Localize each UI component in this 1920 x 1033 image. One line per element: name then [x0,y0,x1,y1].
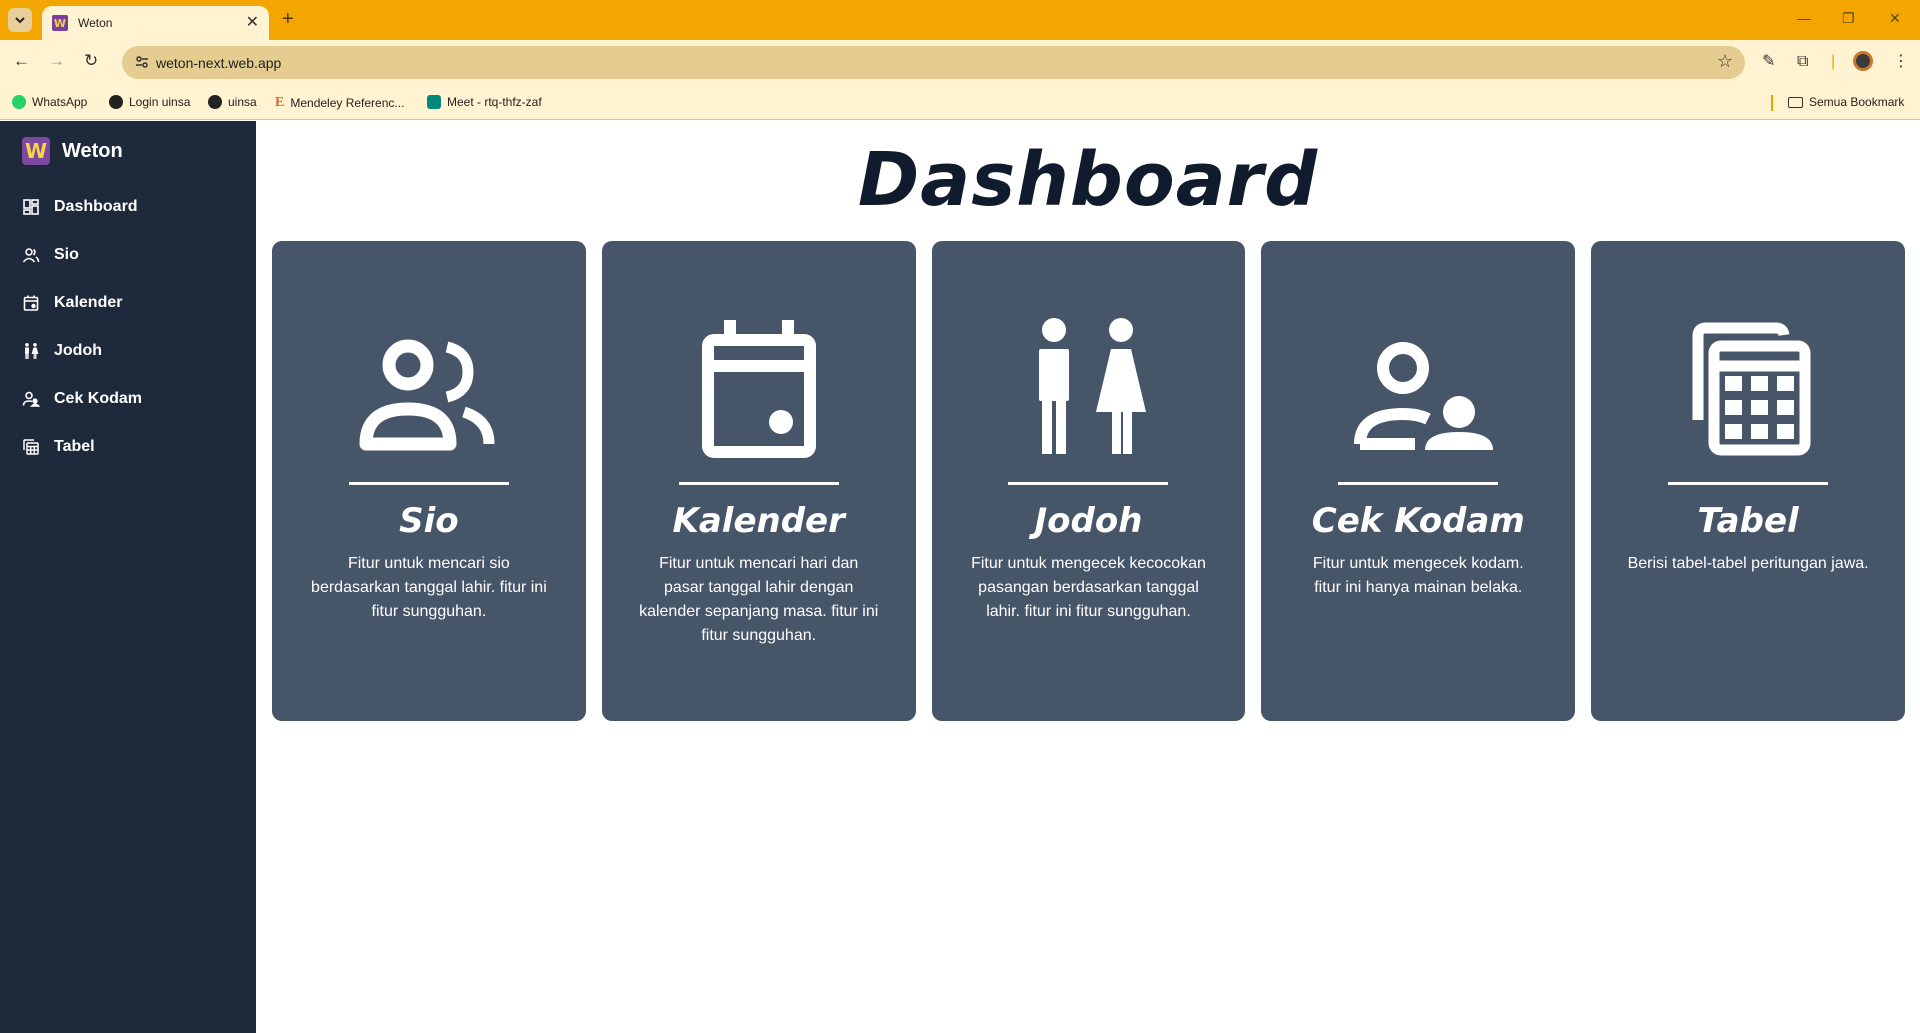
bookmarks-divider [1771,95,1773,111]
brand[interactable]: W Weton [22,137,123,165]
table-icon [23,439,39,455]
close-tab-icon[interactable]: ✕ [246,15,259,31]
card-description: Fitur untuk mencari hari dan pasar tangg… [639,555,879,644]
card-title: Sio [399,501,459,541]
page-title: Dashboard [857,137,1319,223]
sidebar-item-dashboard[interactable]: Dashboard [0,183,256,231]
weton-logo-icon: W [22,137,50,165]
sidebar-item-label: Jodoh [54,342,102,359]
close-window-icon[interactable]: ✕ [1889,8,1901,28]
bookmark-whatsapp[interactable]: WhatsApp [12,95,87,109]
tab-title: Weton [78,16,113,30]
reload-icon[interactable]: ↻ [84,51,98,71]
browser-tab-weton[interactable]: W Weton ✕ [42,6,269,40]
new-tab-button[interactable]: + [282,8,294,30]
sidebar-item-sio[interactable]: Sio [0,231,256,279]
card-divider [678,482,839,485]
card-description: Berisi tabel-tabel peritungan jawa. [1627,555,1869,572]
users-icon [22,248,40,263]
bookmark-meet[interactable]: Meet - rtq-thfz-zaf [427,95,542,109]
sidebar-item-tabel[interactable]: Tabel [0,423,256,471]
card-title: Jodoh [1034,501,1143,541]
bookmark-login-uinsa[interactable]: Login uinsa [109,95,190,109]
card-title: Tabel [1697,501,1799,541]
meet-icon [427,95,441,109]
sidebar-item-jodoh[interactable]: Jodoh [0,327,256,375]
user-check-icon [1354,342,1494,450]
card-title: Kalender [672,501,845,541]
users-icon [359,339,495,451]
card-sio[interactable]: Sio Fitur untuk mencari sio berdasarkan … [272,241,586,721]
main-content: Dashboard Sio Fitur untuk mencari sio be… [256,121,1920,1033]
whatsapp-icon [12,95,26,109]
site-info-icon[interactable] [134,54,150,70]
sidebar-item-label: Dashboard [54,198,138,215]
sidebar-item-label: Cek Kodam [54,390,143,407]
sidebar-item-label: Tabel [54,438,95,455]
forward-icon[interactable]: → [48,51,65,71]
sidebar-nav: Dashboard Sio Kalender Jodoh Cek Kodam T… [0,183,256,471]
back-icon[interactable]: ← [13,51,30,71]
dashboard-grid-icon [23,199,39,215]
table-icon [1692,322,1811,456]
card-title: Cek Kodam [1311,501,1525,541]
folder-icon [1788,96,1803,108]
card-description: Fitur untuk mengecek kodam. fitur ini ha… [1312,555,1524,596]
pen-extension-icon[interactable]: ✎ [1762,52,1775,72]
url-text: weton-next.web.app [156,55,282,71]
card-description: Fitur untuk mengecek kecocokan pasangan … [971,555,1206,620]
extensions-puzzle-icon[interactable]: ⧉ [1797,52,1808,72]
sidebar: W Weton Dashboard Sio Kalender Jodoh Cek… [0,121,256,1033]
sidebar-item-label: Sio [54,246,79,263]
user-check-icon [22,391,40,407]
browser-toolbar: ← → ↻ weton-next.web.app ☆ ✎ ⧉ | ⋮ [0,40,1920,86]
card-description: Fitur untuk mencari sio berdasarkan tang… [311,555,547,620]
minimize-window-icon[interactable]: — [1797,8,1811,28]
man-woman-icon [25,343,39,359]
restore-window-icon[interactable]: ❐ [1842,8,1855,28]
globe-icon [208,95,222,109]
tab-search-button[interactable] [8,8,32,32]
all-bookmarks-folder[interactable]: Semua Bookmark [1788,95,1904,109]
sidebar-item-kalender[interactable]: Kalender [0,279,256,327]
sidebar-item-label: Kalender [54,294,123,311]
card-tabel[interactable]: Tabel Berisi tabel-tabel peritungan jawa… [1591,241,1905,721]
feature-cards: Sio Fitur untuk mencari sio berdasarkan … [272,241,1905,721]
calendar-icon [701,320,816,458]
app-name: Weton [62,139,123,162]
address-bar[interactable]: weton-next.web.app ☆ [122,46,1745,79]
weton-favicon-icon: W [52,15,68,31]
mendeley-icon: E [275,95,285,110]
card-divider [1668,482,1829,485]
bookmark-star-icon[interactable]: ☆ [1717,51,1733,72]
card-jodoh[interactable]: Jodoh Fitur untuk mengecek kecocokan pas… [931,241,1246,721]
bookmark-mendeley[interactable]: E Mendeley Referenc... [275,95,404,111]
sidebar-item-cek-kodam[interactable]: Cek Kodam [0,375,256,423]
bookmark-uinsa[interactable]: uinsa [208,95,257,109]
browser-tab-strip: W Weton ✕ + — ❐ ✕ [0,0,1920,40]
calendar-icon [23,295,39,311]
profile-avatar[interactable] [1853,51,1873,71]
browser-menu-icon[interactable]: ⋮ [1893,52,1909,72]
card-divider [1338,482,1499,485]
globe-icon [109,95,123,109]
card-divider [1008,482,1169,485]
bookmarks-bar: WhatsApp Login uinsa uinsa E Mendeley Ref… [0,86,1920,120]
card-kalender[interactable]: Kalender Fitur untuk mencari hari dan pa… [601,241,916,721]
card-cek-kodam[interactable]: Cek Kodam Fitur untuk mengecek kodam. fi… [1261,241,1576,721]
chevron-down-icon [15,17,25,24]
man-woman-icon [1039,318,1147,454]
card-divider [348,482,509,485]
toolbar-divider: | [1831,53,1836,70]
